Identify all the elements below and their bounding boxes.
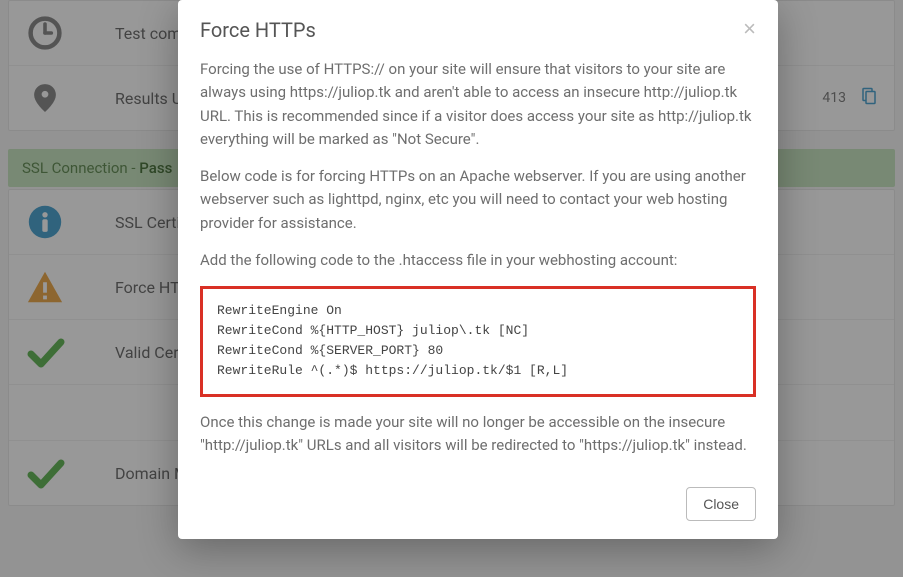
modal-header: Force HTTPs × <box>178 0 778 52</box>
modal-paragraph-4: Once this change is made your site will … <box>200 411 756 458</box>
modal-footer: Close <box>178 477 778 539</box>
close-button[interactable]: Close <box>686 487 756 521</box>
close-icon[interactable]: × <box>743 18 756 40</box>
modal-body: Forcing the use of HTTPS:// on your site… <box>178 52 778 477</box>
force-https-modal: Force HTTPs × Forcing the use of HTTPS:/… <box>178 0 778 539</box>
modal-paragraph-3: Add the following code to the .htaccess … <box>200 249 756 272</box>
modal-title: Force HTTPs <box>200 18 743 42</box>
htaccess-code-block: RewriteEngine On RewriteCond %{HTTP_HOST… <box>200 286 756 397</box>
modal-paragraph-2: Below code is for forcing HTTPs on an Ap… <box>200 165 756 235</box>
modal-paragraph-1: Forcing the use of HTTPS:// on your site… <box>200 58 756 151</box>
